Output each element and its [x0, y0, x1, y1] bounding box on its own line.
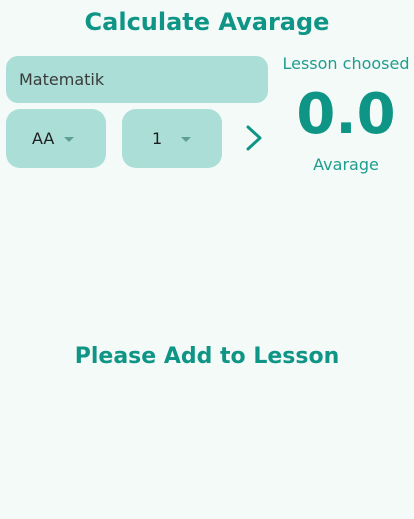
grade-value: AA	[32, 129, 55, 148]
chevron-right-icon	[246, 125, 262, 151]
empty-list-message: Please Add to Lesson	[74, 344, 340, 369]
lesson-name-value: Matematik	[19, 70, 105, 89]
credit-dropdown[interactable]: 1	[122, 109, 222, 168]
average-value: 0.0	[296, 82, 396, 147]
caret-down-icon	[64, 137, 75, 142]
grade-dropdown[interactable]: AA	[6, 109, 106, 168]
lesson-name-input[interactable]: Matematik	[6, 56, 268, 103]
page-title: Calculate Avarage	[84, 8, 330, 36]
lesson-choosed-label: Lesson choosed	[282, 54, 410, 73]
add-lesson-button[interactable]	[238, 120, 270, 156]
caret-down-icon	[181, 137, 192, 142]
average-label: Avarage	[313, 155, 379, 174]
credit-value: 1	[152, 129, 163, 148]
